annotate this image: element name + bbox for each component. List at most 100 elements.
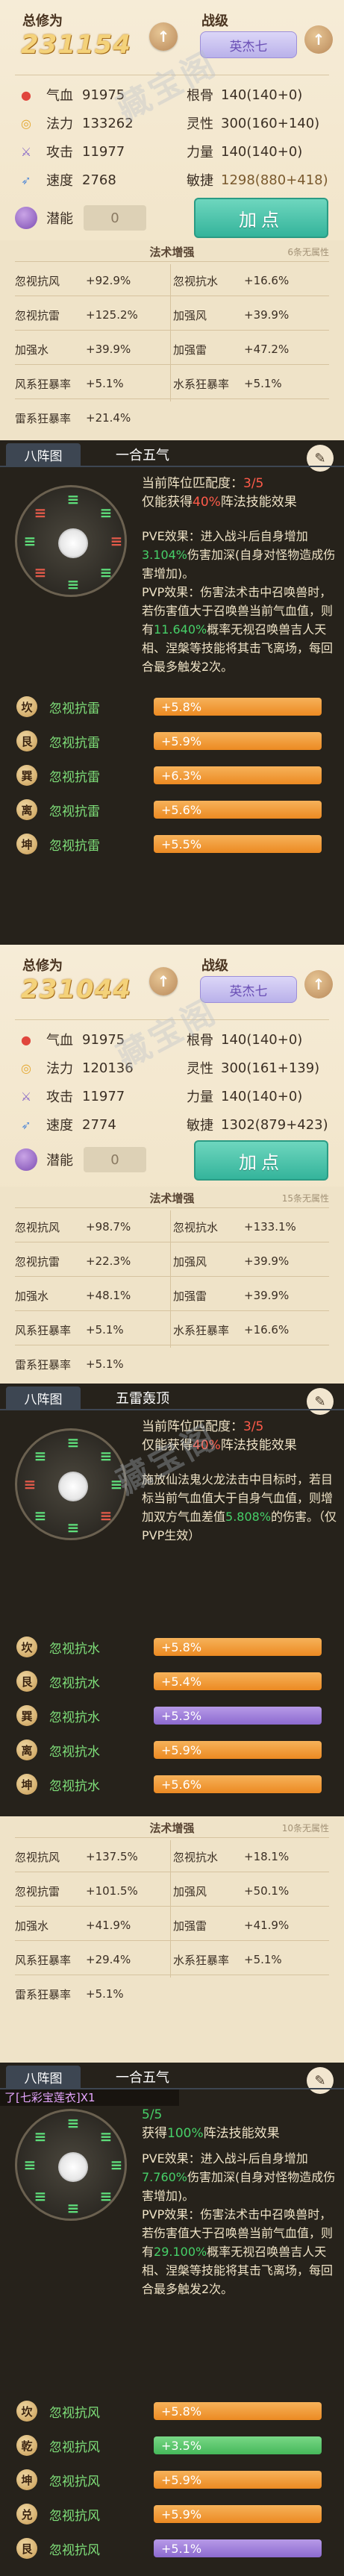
position-bar: +5.9%: [154, 2505, 322, 2523]
divider: [15, 1310, 329, 1311]
formation-tab[interactable]: 八阵图: [6, 2066, 81, 2088]
position-label: 忽视抗水: [49, 1744, 100, 1760]
formation-panel-3: 八阵图 一合五气 ✎ 了[七彩宝莲衣]X1 ≡ ≡ ≡ ≡ ≡ ≡ ≡ ≡ 5/…: [0, 2063, 344, 2576]
zhanji-label: 战级: [201, 958, 228, 974]
position-label: 忽视抗雷: [49, 701, 100, 716]
fa-cell: 雷系狂暴率 +21.4%: [15, 407, 131, 428]
fa-value: +41.9%: [86, 1919, 131, 1932]
position-row: 坤忽视抗雷 +5.5%: [16, 831, 330, 857]
fa-key: 加强水: [15, 343, 49, 357]
fa-cell: 风系狂暴率 +29.4%: [15, 1949, 131, 1970]
position-row: 艮忽视抗雷 +5.9%: [16, 728, 330, 754]
fa-cell: 加强风 +50.1%: [173, 1881, 289, 1901]
match-label: 当前阵位匹配度：: [142, 476, 243, 491]
effect-pct: 7.760%: [142, 2170, 188, 2184]
upgrade-button[interactable]: ↑: [149, 22, 178, 51]
stat-value: 300(160+140): [221, 115, 320, 131]
position-row: 坎忽视抗雷 +5.8%: [16, 694, 330, 719]
position-bar: +6.3%: [154, 766, 322, 784]
formation-core: [58, 1472, 88, 1501]
formation-match: 5/5 获得100%阵法技能效果: [142, 2106, 337, 2143]
stat-fali: ◎ 法力 120136: [16, 1054, 134, 1082]
trigram-icon: ≡: [66, 2114, 80, 2132]
formation-wheel: ≡ ≡ ≡ ≡ ≡ ≡ ≡ ≡: [15, 485, 127, 597]
stat-liliang: 力量 140(140+0): [187, 1082, 302, 1110]
stat-key: 敏捷: [187, 1118, 213, 1134]
fa-value: +101.5%: [86, 1884, 138, 1898]
stat-genggu: 根骨 140(140+0): [187, 81, 302, 109]
fa-cell: 水系狂暴率 +16.6%: [173, 1319, 289, 1340]
fa-key: 雷系狂暴率: [15, 1357, 72, 1372]
fa-value: +125.2%: [86, 308, 138, 322]
fa-panel-2: 法术增强 15条无属性 忽视抗风 +98.7% 忽视抗水 +133.1% 忽视抗雷 +22…: [0, 1187, 344, 1384]
fa-value: +29.4%: [86, 1953, 131, 1966]
formation-match: 当前阵位匹配度：3/5 仅能获得40%阵法技能效果: [142, 1418, 337, 1455]
formation-panel-1: 八阵图 一合五气 ✎ ≡ ≡ ≡ ≡ ≡ ≡ ≡ ≡ 当前阵位匹配度：3/5 仅…: [0, 440, 344, 945]
edit-button[interactable]: ✎: [307, 2067, 334, 2094]
stat-value: 133262: [82, 115, 134, 131]
trigram-badge-icon: 艮: [16, 1671, 37, 1692]
edit-button[interactable]: ✎: [307, 445, 334, 472]
position-label: 忽视抗雷: [49, 735, 100, 751]
trigram-icon: ≡: [23, 532, 37, 550]
position-row: 坎忽视抗水 +5.8%: [16, 1634, 330, 1660]
edit-button[interactable]: ✎: [307, 1388, 334, 1415]
zhanji-badge: 英杰七: [200, 31, 297, 58]
trigram-icon: ≡: [99, 1507, 113, 1525]
trigram-badge-icon: 坎: [16, 2401, 37, 2422]
fa-value: +5.1%: [86, 1323, 124, 1337]
blood-drop-icon: ●: [21, 87, 31, 102]
position-label: 忽视抗雷: [49, 769, 100, 785]
formation-tab[interactable]: 八阵图: [6, 1387, 81, 1409]
divider: [15, 1906, 329, 1907]
position-bar: +3.5%: [154, 2436, 322, 2454]
trigram-icon: ≡: [99, 2187, 113, 2205]
fa-key: 忽视抗雷: [15, 308, 60, 322]
potential-icon: [15, 207, 37, 229]
match-value: 5/5: [142, 2107, 163, 2122]
stat-value: 140(140+0): [221, 1031, 303, 1048]
trigram-icon: ≡: [34, 1447, 47, 1465]
fa-cell: 忽视抗水 +133.1%: [173, 1216, 296, 1237]
stat-key: 力量: [187, 1090, 213, 1105]
zhanji-arrow-button[interactable]: ↑: [304, 970, 333, 998]
divider: [0, 466, 344, 467]
fa-value: +5.1%: [244, 377, 282, 390]
fa-cell: 水系狂暴率 +5.1%: [173, 1949, 282, 1970]
match-label: 当前阵位匹配度：: [142, 1419, 243, 1434]
gain-pct: 100%: [167, 2126, 204, 2141]
stat-genggu: 根骨 140(140+0): [187, 1025, 302, 1054]
add-point-button[interactable]: 加点: [194, 1140, 328, 1181]
position-row: 离忽视抗水 +5.9%: [16, 1737, 330, 1763]
upgrade-button[interactable]: ↑: [149, 967, 178, 995]
edit-icon: ✎: [314, 450, 326, 466]
blood-drop-icon: ●: [21, 1032, 31, 1047]
stat-key: 速度: [46, 1118, 73, 1134]
trigram-icon: ≡: [34, 504, 47, 522]
up-arrow-icon: ↑: [312, 975, 325, 993]
effect-pct: 5.808%: [225, 1510, 272, 1524]
fa-key: 加强风: [173, 308, 207, 322]
fa-panel-1: 法术增强 6条无属性 忽视抗风 +92.9% 忽视抗水 +16.6% 忽视抗雷 +125.…: [0, 240, 344, 440]
fa-key: 忽视抗风: [15, 274, 60, 288]
add-point-button[interactable]: 加点: [194, 198, 328, 238]
stat-value: 140(140+0): [221, 1088, 303, 1104]
position-row: 巽忽视抗水 +5.3%: [16, 1703, 330, 1728]
fa-value: +22.3%: [86, 1254, 131, 1268]
stat-value: 140(140+0): [221, 143, 303, 160]
fa-value: +5.1%: [244, 1953, 282, 1966]
chat-overlay: 了[七彩宝莲衣]X1: [0, 2089, 179, 2106]
trigram-badge-icon: 乾: [16, 2435, 37, 2456]
position-bar: +5.4%: [154, 1672, 322, 1690]
mana-swirl-icon: ◎: [21, 1060, 31, 1075]
divider: [15, 364, 329, 365]
fa-key: 雷系狂暴率: [15, 411, 72, 425]
stat-key: 攻击: [46, 1090, 73, 1105]
formation-name: 一合五气: [116, 2070, 169, 2086]
stat-value: 91975: [82, 1031, 125, 1048]
fa-key: 加强风: [173, 1884, 207, 1898]
formation-tab[interactable]: 八阵图: [6, 443, 81, 466]
trigram-badge-icon: 巽: [16, 1705, 37, 1726]
zhanji-arrow-button[interactable]: ↑: [304, 25, 333, 54]
stat-gongji: ⚔ 攻击 11977: [16, 1082, 125, 1110]
